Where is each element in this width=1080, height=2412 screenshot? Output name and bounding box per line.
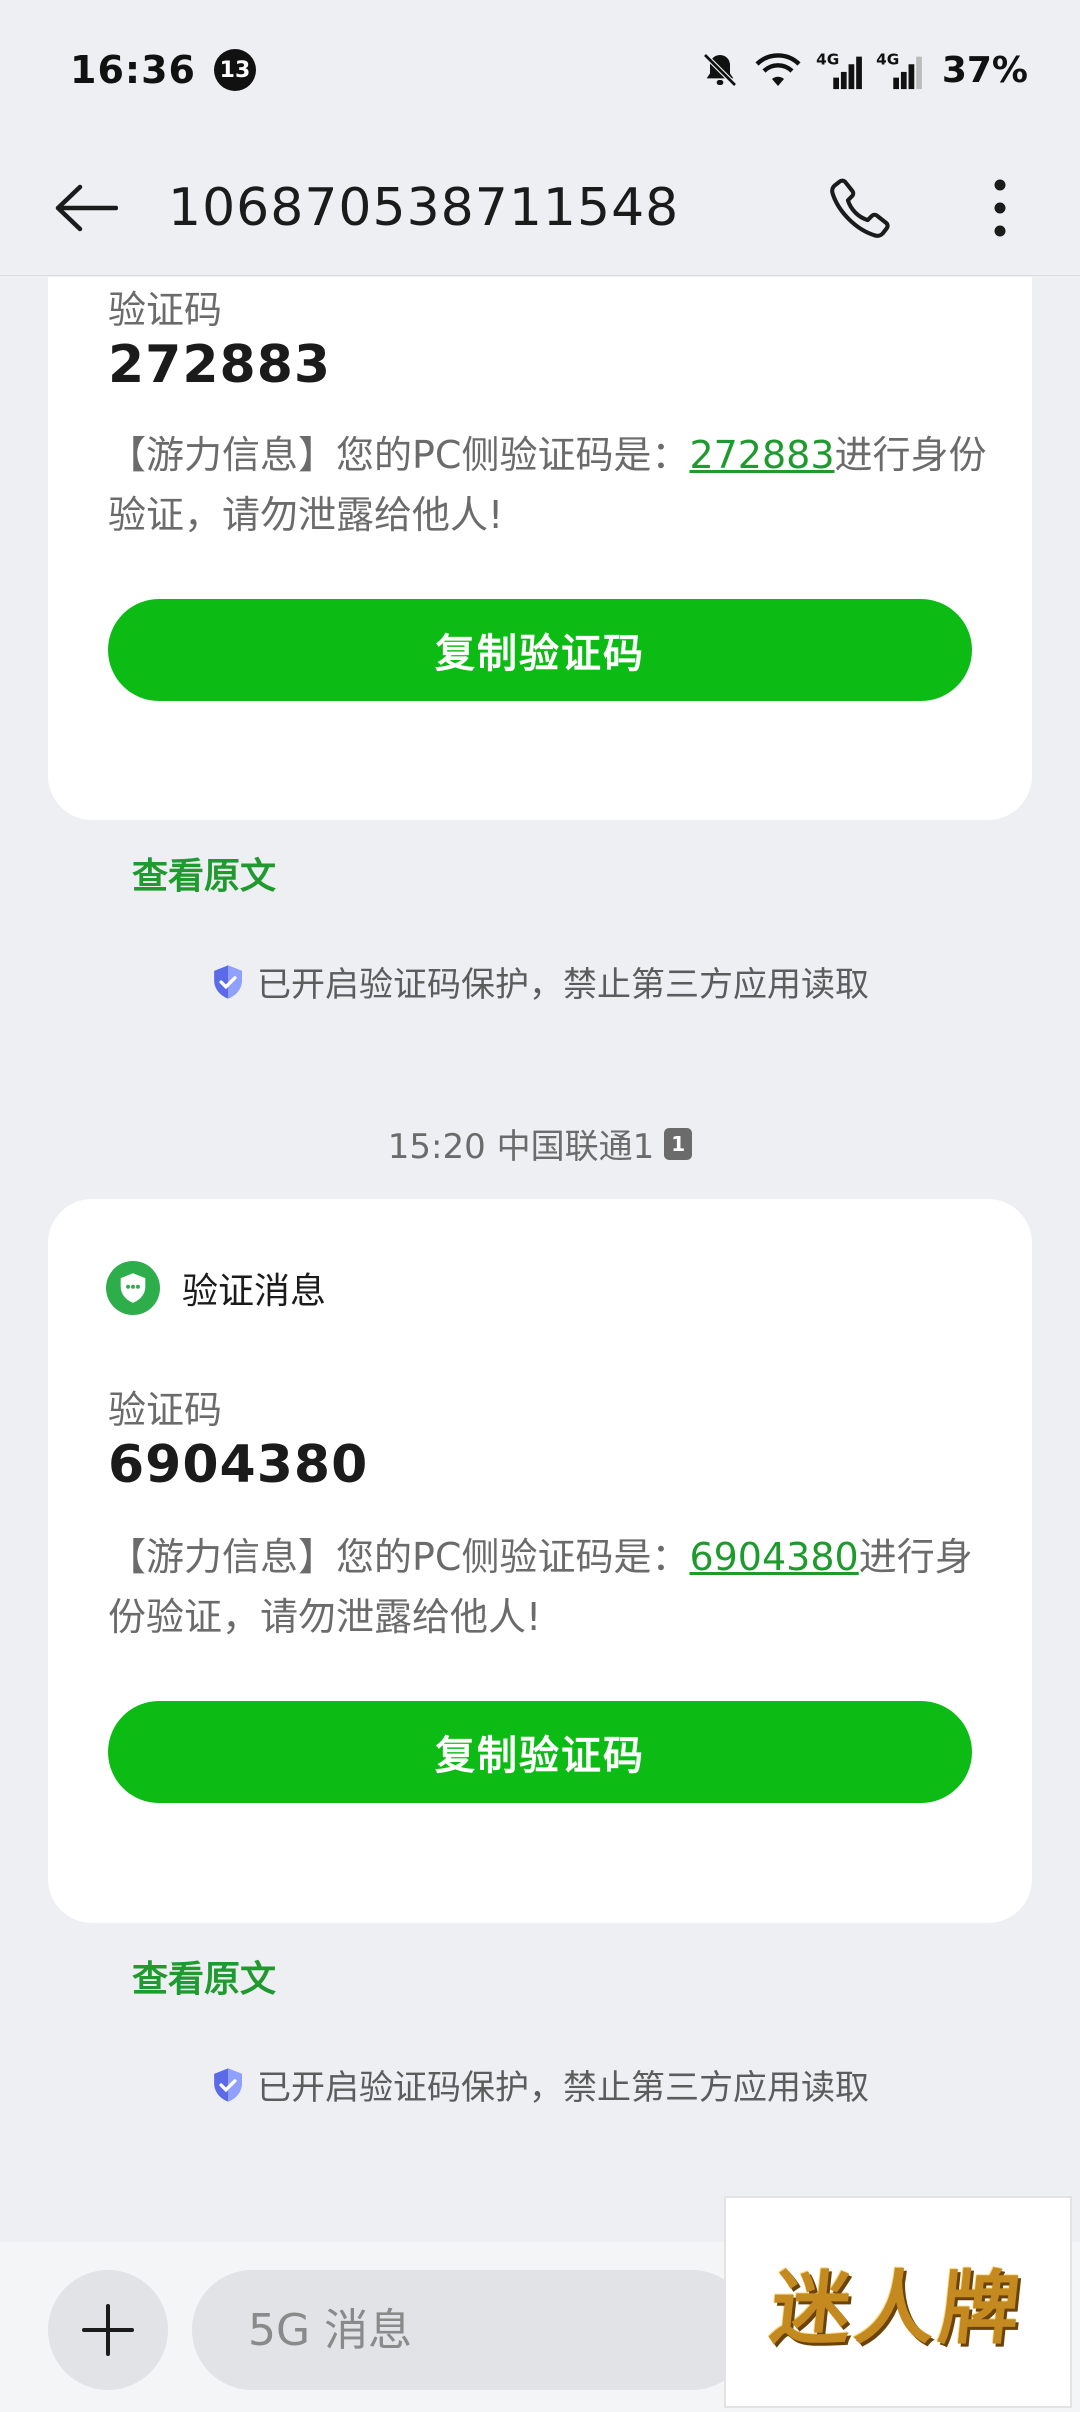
sim-badge: 1 xyxy=(664,1127,693,1160)
verification-card: 验证码 272883 【游力信息】您的PC侧验证码是：272883进行身份验证，… xyxy=(48,277,1032,820)
conversation-header: 106870538711548 xyxy=(0,140,1080,276)
card-header: 验证消息 xyxy=(106,1261,326,1315)
attach-button[interactable] xyxy=(48,2270,168,2390)
network-1-label: 4G xyxy=(816,50,839,68)
plus-icon xyxy=(82,2304,134,2356)
phone-icon xyxy=(830,178,890,238)
shield-check-icon xyxy=(211,2067,245,2103)
watermark-logo: 迷人牌 xyxy=(724,2196,1072,2408)
signal-4g-icon: 4G xyxy=(816,49,862,91)
message-timestamp: 15:20 中国联通1 1 xyxy=(0,1119,1080,1168)
message-text: 【游力信息】您的PC侧验证码是：272883进行身份验证，请勿泄露给他人! xyxy=(108,425,1008,545)
status-time: 16:36 xyxy=(70,48,196,92)
view-original-link[interactable]: 查看原文 xyxy=(132,847,276,899)
conversation-list[interactable]: 验证码 272883 【游力信息】您的PC侧验证码是：272883进行身份验证，… xyxy=(0,277,1080,2242)
code-link[interactable]: 6904380 xyxy=(689,1535,858,1579)
sender-number: 106870538711548 xyxy=(168,177,680,238)
verification-shield-icon xyxy=(106,1261,160,1315)
protection-text: 已开启验证码保护，禁止第三方应用读取 xyxy=(257,2068,869,2108)
mute-bell-icon xyxy=(700,50,740,90)
status-bar: 16:36 13 4G 4G 37% xyxy=(0,0,1080,140)
more-options-button[interactable] xyxy=(960,168,1040,248)
view-original-link[interactable]: 查看原文 xyxy=(132,1950,276,2002)
network-2-label: 4G xyxy=(876,50,899,68)
verification-code: 6904380 xyxy=(108,1435,369,1495)
back-arrow-icon xyxy=(55,184,118,231)
back-button[interactable] xyxy=(40,163,130,253)
signal-4g-icon-2: 4G xyxy=(876,49,922,91)
message-input[interactable] xyxy=(192,2270,752,2390)
copy-code-button[interactable]: 复制验证码 xyxy=(108,1701,972,1803)
wifi-icon xyxy=(754,50,802,90)
verification-code: 272883 xyxy=(108,335,332,395)
code-label: 验证码 xyxy=(108,288,223,332)
shield-check-icon xyxy=(211,964,245,1000)
copy-code-button[interactable]: 复制验证码 xyxy=(108,599,972,701)
battery-level: 37% xyxy=(941,49,1028,91)
message-text-prefix: 【游力信息】您的PC侧验证码是： xyxy=(108,1535,690,1579)
header-actions xyxy=(820,168,1040,248)
code-label: 验证码 xyxy=(108,1388,223,1432)
notification-count-badge: 13 xyxy=(213,49,256,91)
more-vertical-icon xyxy=(994,179,1006,236)
message-text-prefix: 【游力信息】您的PC侧验证码是： xyxy=(108,433,690,477)
call-button[interactable] xyxy=(820,168,900,248)
watermark-text: 迷人牌 xyxy=(766,2261,1029,2355)
status-icons: 4G 4G 37% xyxy=(700,49,1028,91)
verification-card: 验证消息 验证码 6904380 【游力信息】您的PC侧验证码是：6904380… xyxy=(48,1199,1032,1923)
code-protection-notice: 已开启验证码保护，禁止第三方应用读取 xyxy=(0,2060,1080,2109)
protection-text: 已开启验证码保护，禁止第三方应用读取 xyxy=(257,965,869,1005)
code-link[interactable]: 272883 xyxy=(689,433,834,477)
card-title: 验证消息 xyxy=(182,1271,327,1312)
message-text: 【游力信息】您的PC侧验证码是：6904380进行身份验证，请勿泄露给他人! xyxy=(108,1527,1008,1647)
timestamp-text: 15:20 中国联通1 xyxy=(387,1127,655,1167)
code-protection-notice: 已开启验证码保护，禁止第三方应用读取 xyxy=(0,957,1080,1006)
